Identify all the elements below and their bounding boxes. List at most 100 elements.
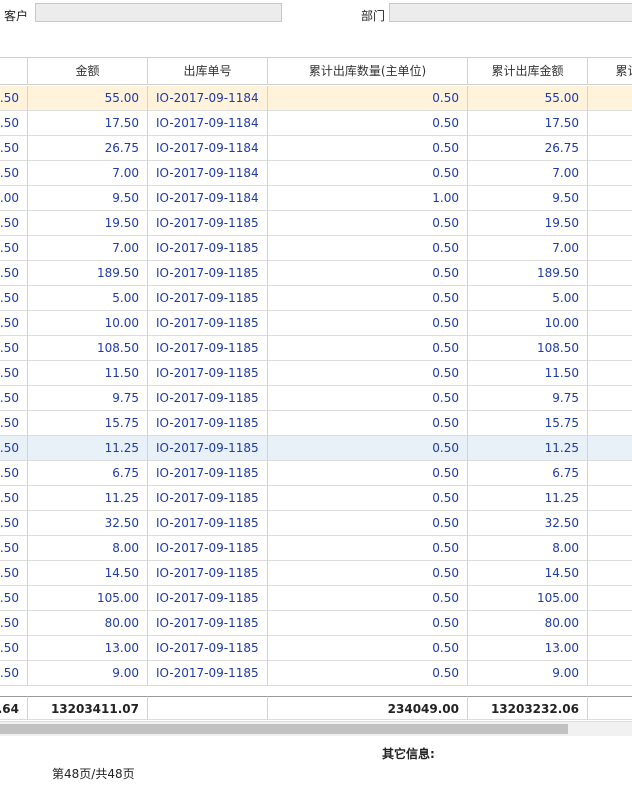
table-row[interactable]: 0.5010.00IO-2017-09-11850.5010.00 [0,311,632,336]
table-row[interactable]: 0.509.00IO-2017-09-11850.509.00 [0,661,632,686]
column-header-amount[interactable]: 金额 [28,58,148,85]
table-row[interactable]: 0.5032.50IO-2017-09-11850.5032.50 [0,511,632,536]
row-cell [588,561,632,586]
outbound-no-link[interactable]: IO-2017-09-1185 [148,586,268,611]
outbound-no-link[interactable]: IO-2017-09-1185 [148,611,268,636]
total-cell: 5.64 [0,696,28,720]
table-row[interactable]: 0.5011.25IO-2017-09-11850.5011.25 [0,436,632,461]
table-row[interactable]: 0.5017.50IO-2017-09-11840.5017.50 [0,111,632,136]
outbound-no-link[interactable]: IO-2017-09-1185 [148,486,268,511]
cumulative-amount-cell: 10.00 [468,311,588,336]
cumulative-qty-cell: 0.50 [268,261,468,286]
amount-cell: 9.50 [28,186,148,211]
amount-cell: 5.00 [28,286,148,311]
table-row[interactable]: 0.5026.75IO-2017-09-11840.5026.75 [0,136,632,161]
column-header-cumulative-qty[interactable]: 累计出库数量(主单位) [268,58,468,85]
outbound-no-link[interactable]: IO-2017-09-1185 [148,361,268,386]
customer-input[interactable] [35,3,282,22]
table-row[interactable]: 0.505.00IO-2017-09-11850.505.00 [0,286,632,311]
amount-cell: 7.00 [28,161,148,186]
row-cell: 0.50 [0,136,28,161]
table-row[interactable]: 0.508.00IO-2017-09-11850.508.00 [0,536,632,561]
table-row[interactable]: 0.50189.50IO-2017-09-11850.50189.50 [0,261,632,286]
outbound-no-link[interactable]: IO-2017-09-1185 [148,561,268,586]
row-cell: 0.50 [0,261,28,286]
outbound-no-link[interactable]: IO-2017-09-1185 [148,636,268,661]
outbound-no-link[interactable]: IO-2017-09-1184 [148,186,268,211]
outbound-no-link[interactable]: IO-2017-09-1185 [148,261,268,286]
outbound-no-link[interactable]: IO-2017-09-1185 [148,461,268,486]
outbound-no-link[interactable]: IO-2017-09-1185 [148,336,268,361]
outbound-no-link[interactable]: IO-2017-09-1184 [148,86,268,111]
table-row[interactable]: 0.5019.50IO-2017-09-11850.5019.50 [0,211,632,236]
outbound-no-link[interactable]: IO-2017-09-1185 [148,411,268,436]
column-header-cumulative[interactable]: 累计 [588,58,632,85]
outbound-no-link[interactable]: IO-2017-09-1185 [148,211,268,236]
cumulative-qty-cell: 0.50 [268,611,468,636]
row-cell: 0.50 [0,511,28,536]
table-row[interactable]: 0.506.75IO-2017-09-11850.506.75 [0,461,632,486]
row-cell: 0.50 [0,86,28,111]
amount-cell: 15.75 [28,411,148,436]
outbound-no-link[interactable]: IO-2017-09-1185 [148,311,268,336]
cumulative-qty-cell: 0.50 [268,661,468,686]
cumulative-amount-cell: 17.50 [468,111,588,136]
table-row[interactable]: 0.5014.50IO-2017-09-11850.5014.50 [0,561,632,586]
outbound-no-link[interactable]: IO-2017-09-1185 [148,236,268,261]
table-row[interactable]: 0.5011.25IO-2017-09-11850.5011.25 [0,486,632,511]
department-input[interactable] [389,3,632,22]
table-row[interactable]: 0.5011.50IO-2017-09-11850.5011.50 [0,361,632,386]
table-row[interactable]: 0.50108.50IO-2017-09-11850.50108.50 [0,336,632,361]
row-cell: 0.50 [0,636,28,661]
cumulative-amount-cell: 11.50 [468,361,588,386]
row-cell [588,661,632,686]
total-amount: 13203411.07 [28,696,148,720]
cumulative-qty-cell: 0.50 [268,336,468,361]
amount-cell: 14.50 [28,561,148,586]
amount-cell: 10.00 [28,311,148,336]
outbound-no-link[interactable]: IO-2017-09-1185 [148,661,268,686]
cumulative-amount-cell: 6.75 [468,461,588,486]
outbound-no-link[interactable]: IO-2017-09-1185 [148,286,268,311]
grid-header: 金额 出库单号 累计出库数量(主单位) 累计出库金额 累计 [0,58,632,85]
table-row[interactable]: 0.5055.00IO-2017-09-11840.5055.00 [0,86,632,111]
outbound-no-link[interactable]: IO-2017-09-1184 [148,111,268,136]
cumulative-qty-cell: 0.50 [268,386,468,411]
row-cell: 0.50 [0,161,28,186]
table-row[interactable]: 0.5013.00IO-2017-09-11850.5013.00 [0,636,632,661]
table-row[interactable]: 1.009.50IO-2017-09-11841.009.50 [0,186,632,211]
table-row[interactable]: 0.50105.00IO-2017-09-11850.50105.00 [0,586,632,611]
outbound-no-link[interactable]: IO-2017-09-1184 [148,136,268,161]
cumulative-qty-cell: 0.50 [268,511,468,536]
scrollbar-thumb[interactable] [0,724,568,734]
cumulative-qty-cell: 0.50 [268,486,468,511]
amount-cell: 17.50 [28,111,148,136]
outbound-no-link[interactable]: IO-2017-09-1185 [148,386,268,411]
total-cumulative-amount: 13203232.06 [468,696,588,720]
cumulative-qty-cell: 0.50 [268,561,468,586]
outbound-no-link[interactable]: IO-2017-09-1185 [148,511,268,536]
table-row[interactable]: 0.507.00IO-2017-09-11840.507.00 [0,161,632,186]
total-cell [148,696,268,720]
outbound-no-link[interactable]: IO-2017-09-1185 [148,536,268,561]
row-cell: 0.50 [0,611,28,636]
table-row[interactable]: 0.507.00IO-2017-09-11850.507.00 [0,236,632,261]
table-row[interactable]: 0.5015.75IO-2017-09-11850.5015.75 [0,411,632,436]
column-header-outbound-no[interactable]: 出库单号 [148,58,268,85]
table-row[interactable]: 0.5080.00IO-2017-09-11850.5080.00 [0,611,632,636]
cumulative-qty-cell: 0.50 [268,411,468,436]
outbound-no-link[interactable]: IO-2017-09-1185 [148,436,268,461]
amount-cell: 9.75 [28,386,148,411]
table-row[interactable]: 0.509.75IO-2017-09-11850.509.75 [0,386,632,411]
row-cell [588,286,632,311]
row-cell [588,536,632,561]
row-cell: 0.50 [0,336,28,361]
row-cell: 0.50 [0,586,28,611]
row-cell [588,261,632,286]
row-cell [588,361,632,386]
column-header-cumulative-amount[interactable]: 累计出库金额 [468,58,588,85]
cumulative-amount-cell: 32.50 [468,511,588,536]
outbound-no-link[interactable]: IO-2017-09-1184 [148,161,268,186]
horizontal-scrollbar[interactable] [0,721,632,736]
column-header[interactable] [0,58,28,85]
